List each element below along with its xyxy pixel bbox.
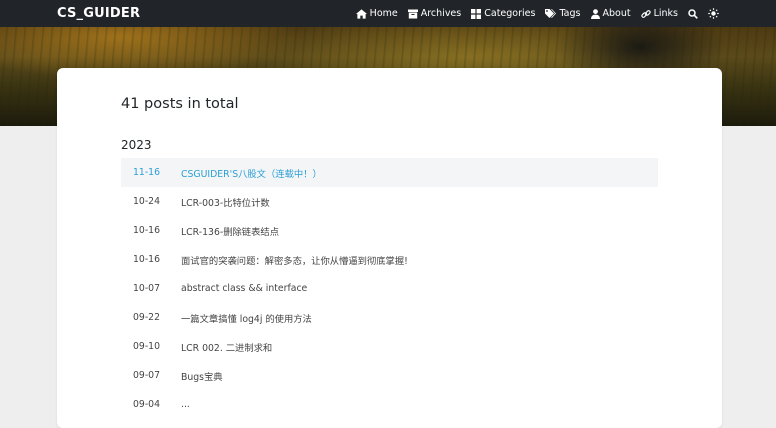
post-date: 10-07: [133, 283, 161, 294]
nav-item-label: About: [602, 8, 631, 19]
post-date: 10-16: [133, 225, 161, 236]
post-row[interactable]: 09-22 一篇文章搞懂 log4j 的使用方法: [121, 303, 658, 332]
post-row[interactable]: 10-24 LCR-003-比特位计数: [121, 187, 658, 216]
site-brand[interactable]: CS_GUIDER: [57, 0, 140, 27]
post-row[interactable]: 09-07 Bugs宝典: [121, 361, 658, 390]
post-list: 11-16 CSGUIDER'S八股文（连载中！） 10-24 LCR-003-…: [121, 158, 658, 419]
nav-item-tags[interactable]: Tags: [545, 8, 581, 19]
post-row[interactable]: 09-04 ...: [121, 390, 658, 419]
nav-item-links[interactable]: Links: [640, 8, 678, 19]
post-title[interactable]: 面试官的突袭问题：解密多态，让你从懵逼到彻底掌握!: [181, 253, 658, 267]
nav-item-label: Archives: [420, 8, 462, 19]
post-date: 09-22: [133, 312, 161, 323]
nav-item-label: Tags: [559, 8, 581, 19]
post-title[interactable]: LCR-136-删除链表结点: [181, 224, 658, 238]
nav-item-home[interactable]: Home: [355, 8, 398, 19]
post-row[interactable]: 10-07 abstract class && interface: [121, 274, 658, 303]
archive-year-heading: 2023: [121, 138, 152, 152]
post-row[interactable]: 10-16 面试官的突袭问题：解密多态，让你从懵逼到彻底掌握!: [121, 245, 658, 274]
navbar: CS_GUIDER Home Archives Categories Tags: [0, 0, 776, 27]
post-date: 09-10: [133, 341, 161, 352]
nav-item-about[interactable]: About: [590, 8, 631, 19]
nav-item-categories[interactable]: Categories: [471, 8, 535, 19]
post-title[interactable]: CSGUIDER'S八股文（连载中！）: [181, 166, 658, 180]
post-title[interactable]: LCR-003-比特位计数: [181, 195, 658, 209]
th-large-icon: [471, 8, 482, 19]
post-title[interactable]: Bugs宝典: [181, 369, 658, 383]
archive-icon: [407, 9, 418, 19]
home-icon: [355, 8, 367, 19]
archive-card: 41 posts in total 2023 11-16 CSGUIDER'S八…: [57, 68, 722, 428]
post-title[interactable]: LCR 002. 二进制求和: [181, 340, 658, 354]
theme-toggle-button[interactable]: [708, 8, 719, 19]
search-button[interactable]: [688, 8, 698, 19]
post-date: 10-16: [133, 254, 161, 265]
user-icon: [590, 8, 600, 19]
nav-item-label: Links: [653, 8, 678, 19]
post-title[interactable]: abstract class && interface: [181, 283, 658, 294]
post-row[interactable]: 09-10 LCR 002. 二进制求和: [121, 332, 658, 361]
post-date: 09-07: [133, 370, 161, 381]
nav-menu: Home Archives Categories Tags About Link…: [355, 0, 719, 27]
link-icon: [640, 9, 651, 19]
nav-item-label: Home: [369, 8, 398, 19]
search-icon: [688, 8, 698, 19]
nav-item-archives[interactable]: Archives: [407, 8, 462, 19]
post-title[interactable]: ...: [181, 399, 658, 410]
post-row[interactable]: 10-16 LCR-136-删除链表结点: [121, 216, 658, 245]
tags-icon: [545, 8, 557, 19]
nav-item-label: Categories: [484, 8, 536, 19]
post-date: 09-04: [133, 399, 161, 410]
post-row[interactable]: 11-16 CSGUIDER'S八股文（连载中！）: [121, 158, 658, 187]
post-date: 10-24: [133, 196, 161, 207]
post-date: 11-16: [133, 167, 161, 178]
sun-icon: [708, 8, 719, 19]
posts-total-heading: 41 posts in total: [121, 96, 239, 112]
post-title[interactable]: 一篇文章搞懂 log4j 的使用方法: [181, 311, 658, 325]
